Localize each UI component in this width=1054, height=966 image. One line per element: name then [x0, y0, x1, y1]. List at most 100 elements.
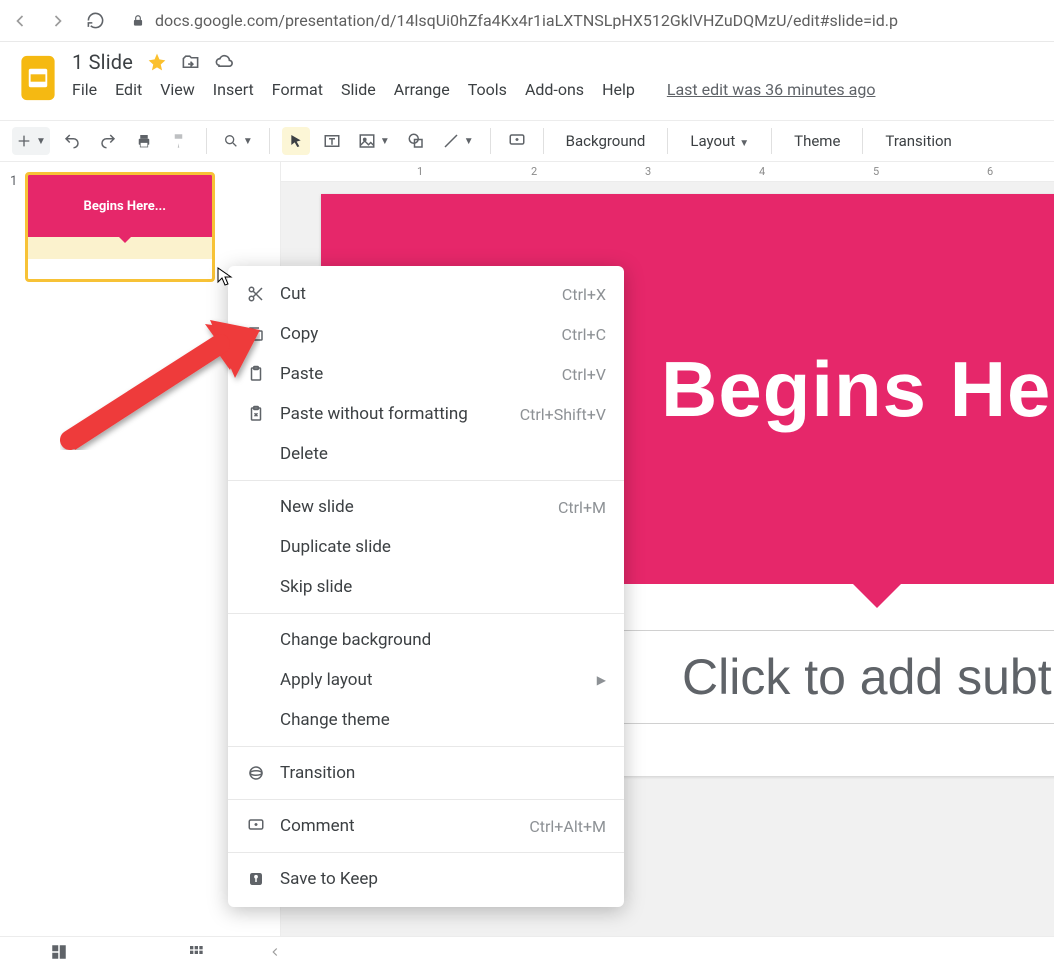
context-menu-divider	[228, 852, 624, 853]
context-menu-skip-slide[interactable]: Skip slide	[228, 567, 624, 607]
forward-icon[interactable]	[48, 11, 68, 31]
context-menu-label: Comment	[280, 816, 515, 836]
scissors-icon	[246, 284, 266, 304]
select-tool-icon[interactable]	[282, 127, 310, 155]
lock-icon	[131, 14, 145, 28]
menu-edit[interactable]: Edit	[115, 80, 142, 99]
context-menu-save-to-keep[interactable]: Save to Keep	[228, 859, 624, 899]
shape-icon[interactable]	[402, 127, 430, 155]
new-slide-button[interactable]: ▼	[12, 127, 50, 155]
context-menu-label: Save to Keep	[280, 869, 606, 889]
context-menu-label: Paste	[280, 364, 548, 384]
browser-bar: docs.google.com/presentation/d/14lsqUi0h…	[0, 0, 1054, 42]
explore-icon[interactable]	[50, 943, 68, 961]
context-menu-shortcut: Ctrl+M	[558, 498, 606, 517]
textbox-icon[interactable]	[318, 127, 346, 155]
context-menu-apply-layout[interactable]: Apply layout▶	[228, 660, 624, 700]
reload-icon[interactable]	[86, 11, 105, 31]
menu-view[interactable]: View	[160, 80, 195, 99]
context-menu-label: Cut	[280, 284, 548, 304]
star-icon[interactable]	[147, 52, 167, 72]
context-menu-delete[interactable]: Delete	[228, 434, 624, 474]
blank-icon	[246, 497, 266, 517]
url-text[interactable]: docs.google.com/presentation/d/14lsqUi0h…	[155, 11, 898, 30]
context-menu-label: Transition	[280, 763, 606, 783]
context-menu-shortcut: Ctrl+C	[562, 325, 606, 344]
context-menu-divider	[228, 799, 624, 800]
layout-button[interactable]: Layout▼	[680, 132, 759, 150]
context-menu-divider	[228, 480, 624, 481]
menu-bar: File Edit View Insert Format Slide Arran…	[72, 80, 875, 99]
context-menu-divider	[228, 746, 624, 747]
context-menu-cut[interactable]: Cut Ctrl+X	[228, 274, 624, 314]
context-menu-paste[interactable]: Paste Ctrl+V	[228, 354, 624, 394]
context-menu-label: Change background	[280, 630, 606, 650]
menu-insert[interactable]: Insert	[213, 80, 254, 99]
title-area: 1 Slide File Edit View Insert Format Sli…	[0, 42, 1054, 120]
context-menu-divider	[228, 613, 624, 614]
context-menu-shortcut: Ctrl+Alt+M	[529, 817, 606, 836]
context-menu-paste-without-formatting[interactable]: Paste without formattingCtrl+Shift+V	[228, 394, 624, 434]
bottom-strip	[0, 936, 1054, 966]
context-menu-copy[interactable]: Copy Ctrl+C	[228, 314, 624, 354]
print-icon[interactable]	[130, 127, 158, 155]
slide-title[interactable]: Begins Here	[661, 344, 1054, 435]
background-button[interactable]: Background	[556, 132, 656, 150]
copy-icon	[246, 324, 266, 344]
context-menu-shortcut: Ctrl+Shift+V	[520, 405, 606, 424]
context-menu-shortcut: Ctrl+X	[562, 285, 606, 304]
context-menu-new-slide[interactable]: New slideCtrl+M	[228, 487, 624, 527]
context-menu-change-theme[interactable]: Change theme	[228, 700, 624, 740]
menu-help[interactable]: Help	[602, 80, 635, 99]
menu-addons[interactable]: Add-ons	[525, 80, 584, 99]
clipboard-icon	[246, 364, 266, 384]
zoom-icon[interactable]: ▼	[219, 127, 257, 155]
context-menu-label: Apply layout	[280, 670, 583, 690]
collapse-icon[interactable]	[268, 945, 282, 959]
context-menu-comment[interactable]: Comment Ctrl+Alt+M	[228, 806, 624, 846]
blank-icon	[246, 537, 266, 557]
line-icon[interactable]: ▼	[438, 127, 478, 155]
move-icon[interactable]	[181, 53, 200, 72]
context-menu-transition[interactable]: Transition	[228, 753, 624, 793]
context-menu-shortcut: Ctrl+V	[562, 365, 606, 384]
thumb-number: 1	[10, 172, 17, 282]
image-icon[interactable]: ▼	[354, 127, 394, 155]
context-menu-duplicate-slide[interactable]: Duplicate slide	[228, 527, 624, 567]
horizontal-ruler: 1 2 3 4 5 6	[281, 162, 1054, 182]
thumb-title: Begins Here...	[84, 199, 167, 214]
redo-icon[interactable]	[94, 127, 122, 155]
undo-icon[interactable]	[58, 127, 86, 155]
cloud-icon[interactable]	[214, 52, 234, 72]
comment-icon	[246, 816, 266, 836]
blank-icon	[246, 444, 266, 464]
menu-tools[interactable]: Tools	[468, 80, 507, 99]
doc-title[interactable]: 1 Slide	[72, 50, 133, 74]
keep-icon	[246, 869, 266, 889]
grid-icon[interactable]	[188, 944, 204, 960]
cursor-icon	[217, 267, 233, 287]
menu-format[interactable]: Format	[272, 80, 323, 99]
paint-format-icon[interactable]	[166, 127, 194, 155]
context-menu-label: Copy	[280, 324, 548, 344]
blank-icon	[246, 670, 266, 690]
comment-icon[interactable]	[503, 127, 531, 155]
menu-slide[interactable]: Slide	[341, 80, 376, 99]
clipboard-x-icon	[246, 404, 266, 424]
slides-logo-icon[interactable]	[16, 50, 60, 106]
menu-file[interactable]: File	[72, 80, 97, 99]
context-menu-change-background[interactable]: Change background	[228, 620, 624, 660]
blank-icon	[246, 577, 266, 597]
transition-button[interactable]: Transition	[875, 132, 961, 150]
theme-button[interactable]: Theme	[784, 132, 850, 150]
context-menu-label: Change theme	[280, 710, 606, 730]
last-edit-link[interactable]: Last edit was 36 minutes ago	[667, 80, 876, 99]
context-menu: Cut Ctrl+X Copy Ctrl+C Paste Ctrl+V Paste with…	[228, 266, 624, 907]
context-menu-label: Skip slide	[280, 577, 606, 597]
slide-subtitle-placeholder[interactable]: Click to add subtit	[682, 648, 1054, 706]
toolbar: ▼ ▼ ▼ ▼ Background Layout▼ Theme Transit…	[0, 120, 1054, 162]
slide-thumbnail[interactable]: Begins Here...	[25, 172, 215, 282]
blank-icon	[246, 630, 266, 650]
back-icon[interactable]	[10, 11, 30, 31]
menu-arrange[interactable]: Arrange	[394, 80, 450, 99]
